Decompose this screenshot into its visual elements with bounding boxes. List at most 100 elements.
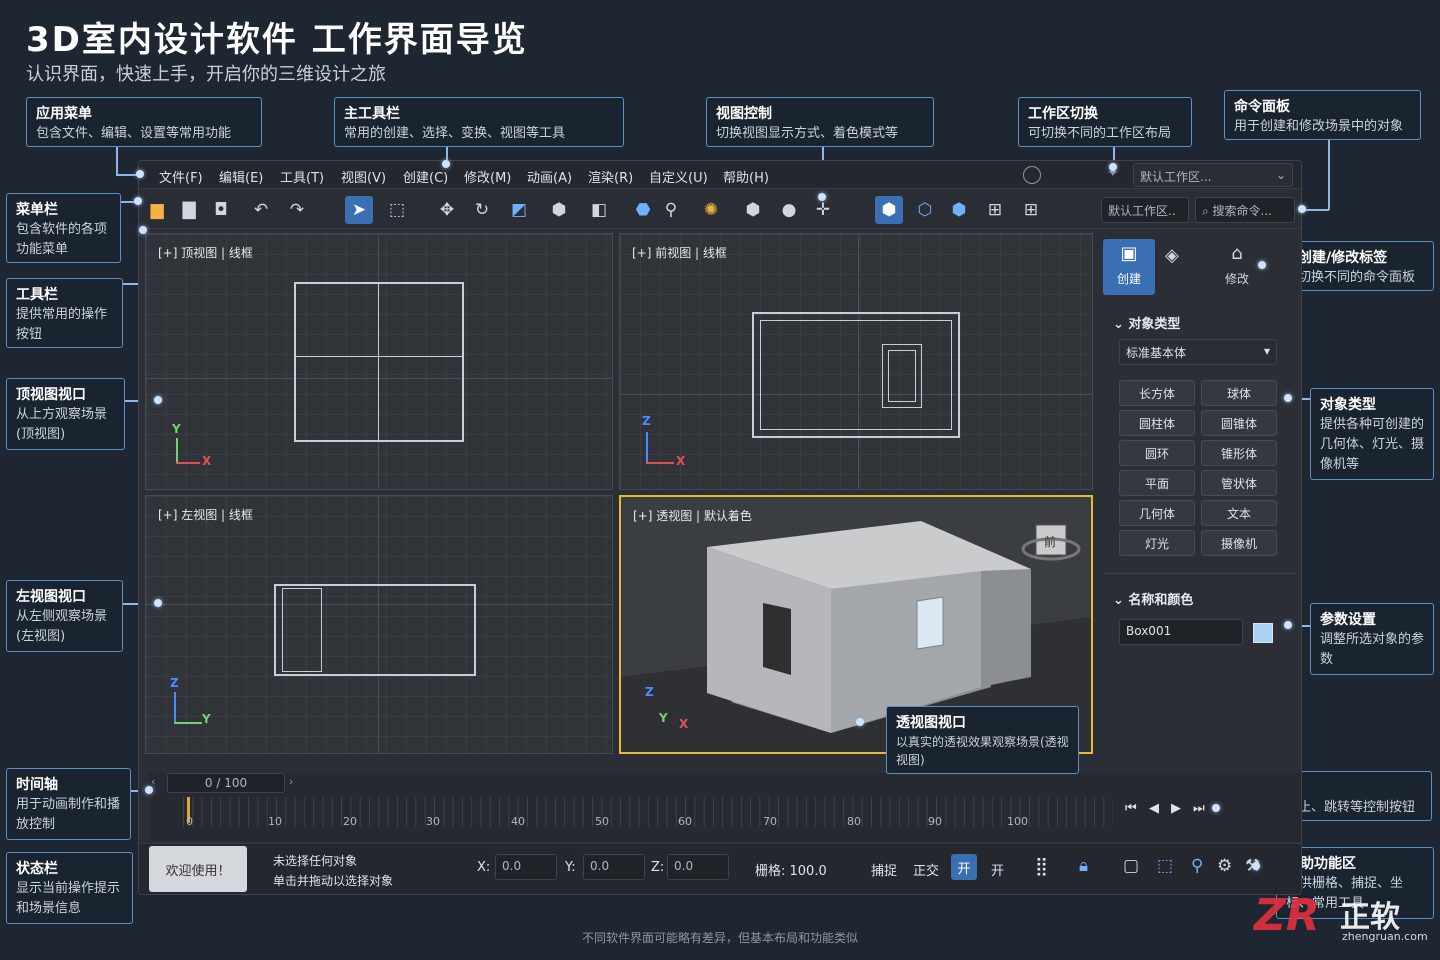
timeline-prev-icon[interactable]: ‹ <box>151 775 165 793</box>
menu-tools[interactable]: 工具(T) <box>280 167 324 186</box>
door-outline <box>282 588 322 672</box>
timeline-next-icon[interactable]: › <box>289 775 293 788</box>
cube-icon[interactable]: ⬣ <box>629 196 657 224</box>
menu-modify[interactable]: 修改(M) <box>464 167 511 186</box>
play-icon[interactable]: ▶ <box>1171 801 1181 816</box>
open-folder-icon[interactable]: ▆ <box>143 196 171 224</box>
create-tube-button[interactable]: 管状体 <box>1201 470 1277 496</box>
region-select-icon[interactable]: ⬚ <box>383 196 411 224</box>
workspace-field[interactable]: 默认工作区.. <box>1101 197 1189 223</box>
goto-end-icon[interactable]: ⏭ <box>1193 801 1205 816</box>
crop-icon[interactable]: ⬚ <box>1157 856 1173 876</box>
z-coord-input[interactable]: 0.0 <box>667 854 729 880</box>
callout-title: 状态栏 <box>16 861 58 877</box>
ortho-on-button[interactable]: 开 <box>991 860 1004 879</box>
callout-title: 左视图视口 <box>16 589 86 605</box>
hierarchy-icon[interactable]: ◈ <box>1165 245 1179 266</box>
shaded-cube-icon[interactable]: ⬢ <box>739 196 767 224</box>
create-torus-button[interactable]: 圆环 <box>1119 440 1195 466</box>
snap-toggle[interactable]: 捕捉 <box>871 860 897 879</box>
viewport-front[interactable]: [+] 前视图 | 线框 Z X <box>619 233 1093 490</box>
undo-icon[interactable]: ↶ <box>247 196 275 224</box>
prev-frame-icon[interactable]: ◀ <box>1149 801 1159 816</box>
section-object-type[interactable]: ⌄ 对象类型 <box>1113 313 1180 332</box>
view-cube-label[interactable]: 前 <box>1044 533 1056 550</box>
create-light-button[interactable]: 灯光 <box>1119 530 1195 556</box>
marker-dot <box>154 599 162 607</box>
menu-create[interactable]: 创建(C) <box>403 167 448 186</box>
menu-animation[interactable]: 动画(A) <box>527 167 572 186</box>
frame-icon[interactable]: ▢ <box>1123 856 1139 876</box>
menu-edit[interactable]: 编辑(E) <box>219 167 263 186</box>
pivot-icon[interactable]: ⚲ <box>657 196 685 224</box>
magnet-icon[interactable]: ⚲ <box>1191 856 1203 876</box>
tab-create[interactable]: ▣ 创建 <box>1103 239 1155 295</box>
search-input[interactable]: ⌕ 搜索命令... <box>1195 197 1295 223</box>
object-color-swatch[interactable] <box>1253 623 1273 643</box>
box-icon[interactable]: ⬢ <box>545 196 573 224</box>
select-icon[interactable]: ➤ <box>345 196 373 224</box>
viewport-label: [+] 透视图 | 默认着色 <box>633 509 752 523</box>
viewport-left[interactable]: [+] 左视图 | 线框 Z Y <box>145 495 613 754</box>
create-sphere-button[interactable]: 球体 <box>1201 380 1277 406</box>
sync-icon[interactable] <box>1023 166 1041 184</box>
create-box-button[interactable]: 长方体 <box>1119 380 1195 406</box>
room-outline <box>294 282 464 442</box>
axis-label-x: X <box>676 454 686 468</box>
menu-render[interactable]: 渲染(R) <box>588 167 633 186</box>
create-plane-button[interactable]: 平面 <box>1119 470 1195 496</box>
scale-icon[interactable]: ◩ <box>505 196 533 224</box>
menu-help[interactable]: 帮助(H) <box>723 167 769 186</box>
timeline-ruler[interactable] <box>183 797 1113 827</box>
grid-icon[interactable]: ⣿ <box>1035 856 1048 877</box>
x-coord-label: X: <box>477 860 491 875</box>
view-shaded-icon[interactable]: ⬢ <box>875 196 903 224</box>
light-icon[interactable]: ✺ <box>697 196 725 224</box>
menu-view[interactable]: 视图(V) <box>341 167 386 186</box>
section-name-color[interactable]: ⌄ 名称和颜色 <box>1113 589 1193 608</box>
ortho-toggle[interactable]: 正交 <box>913 860 939 879</box>
watermark-url: zhengruan.com <box>1342 930 1428 943</box>
rotate-icon[interactable]: ↻ <box>468 196 496 224</box>
viewport-top[interactable]: [+] 顶视图 | 线框 Y X <box>145 233 613 490</box>
create-pyramid-button[interactable]: 锥形体 <box>1201 440 1277 466</box>
move-icon[interactable]: ✥ <box>433 196 461 224</box>
lock-icon[interactable]: 🔒︎ <box>1079 856 1088 876</box>
create-camera-button[interactable]: 摄像机 <box>1201 530 1277 556</box>
view-wire-icon[interactable]: ⬡ <box>911 196 939 224</box>
create-text-button[interactable]: 文本 <box>1201 500 1277 526</box>
menu-file[interactable]: 文件(F) <box>159 167 203 186</box>
timeline[interactable]: ‹ 0 / 100 › 0 10 20 30 40 50 60 70 80 90… <box>149 773 1301 841</box>
snap-on-button[interactable]: 开 <box>951 854 977 880</box>
create-cone-button[interactable]: 圆锥体 <box>1201 410 1277 436</box>
marker-dot <box>154 396 162 404</box>
primitive-type-dropdown[interactable]: 标准基本体 ▾ <box>1119 339 1277 365</box>
snapshot-icon[interactable]: ◧ <box>585 196 613 224</box>
tab-modify[interactable]: ⌂ 修改 <box>1211 239 1263 295</box>
marker-dot <box>139 226 147 234</box>
callout-title: 命令面板 <box>1234 99 1290 115</box>
y-coord-input[interactable]: 0.0 <box>583 854 645 880</box>
axis-label-y: Y <box>202 712 211 726</box>
create-geometry-button[interactable]: 几何体 <box>1119 500 1195 526</box>
object-name-input[interactable]: Box001 <box>1119 619 1243 645</box>
leader-line <box>1302 209 1329 211</box>
workspace-dropdown[interactable]: 默认工作区... ⌄ <box>1133 163 1293 187</box>
timeline-tick: 60 <box>678 815 692 828</box>
sphere-icon[interactable]: ● <box>775 196 803 224</box>
frame-counter[interactable]: 0 / 100 <box>167 773 285 793</box>
goto-start-icon[interactable]: ⏮ <box>1125 801 1137 816</box>
create-cylinder-button[interactable]: 圆柱体 <box>1119 410 1195 436</box>
settings-icon[interactable]: ⚙ <box>1217 856 1232 876</box>
redo-icon[interactable]: ↷ <box>283 196 311 224</box>
save-icon[interactable]: ◘ <box>207 196 235 224</box>
folder-icon[interactable]: ▇ <box>175 196 203 224</box>
layout-quad-icon[interactable]: ⊞ <box>1017 196 1045 224</box>
x-coord-input[interactable]: 0.0 <box>495 854 557 880</box>
menu-customize[interactable]: 自定义(U) <box>649 167 708 186</box>
layout-single-icon[interactable]: ⊞ <box>981 196 1009 224</box>
chevron-down-icon: ⌄ <box>1275 168 1286 182</box>
tab-create-label: 创建 <box>1116 272 1141 286</box>
view-box-icon[interactable]: ⬢ <box>945 196 973 224</box>
callout-desc: 从左侧观察场景(左视图) <box>16 609 108 644</box>
